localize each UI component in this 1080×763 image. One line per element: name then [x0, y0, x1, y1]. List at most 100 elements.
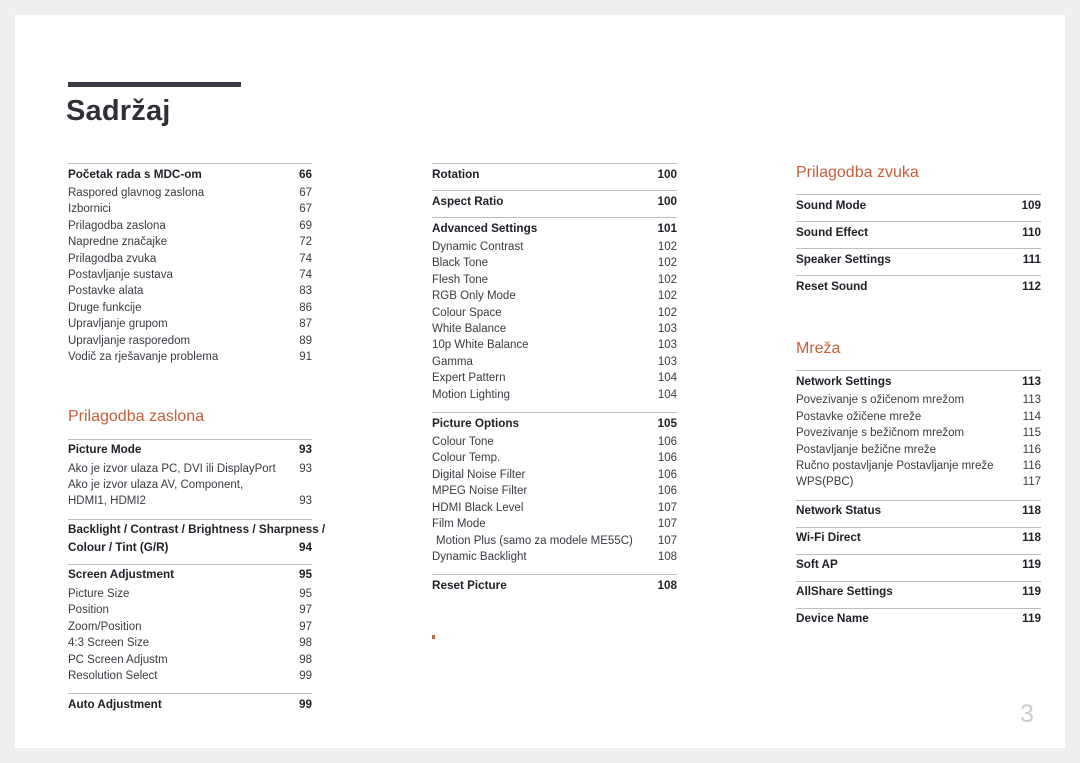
toc-entry-label: Vodič za rješavanje problema	[68, 351, 219, 364]
toc-entry[interactable]: Advanced Settings 101	[432, 218, 677, 239]
toc-entry[interactable]: Druge funkcije 86	[68, 300, 312, 316]
toc-entry[interactable]: Resolution Select 99	[68, 668, 312, 684]
section-heading: Prilagodba zaslona	[68, 408, 205, 426]
toc-entry[interactable]: Motion Lighting 104	[432, 387, 677, 403]
toc-group: Auto Adjustment 99	[68, 693, 312, 715]
toc-entry[interactable]: Napredne značajke 72	[68, 234, 312, 250]
toc-entry[interactable]: Upravljanje grupom 87	[68, 316, 312, 332]
toc-entry-label: Upravljanje rasporedom	[68, 334, 191, 347]
toc-entry[interactable]: Network Status 118	[796, 501, 1041, 522]
toc-entry[interactable]: Colour Temp. 106	[432, 450, 677, 466]
toc-entry[interactable]: Vodič za rješavanje problema 91	[68, 349, 312, 365]
page-title: Sadržaj	[66, 95, 171, 127]
toc-group: Speaker Settings 111	[796, 248, 1041, 270]
toc-entry-page: 101	[657, 221, 677, 235]
toc-entry[interactable]: Postavljanje sustava 74	[68, 267, 312, 283]
toc-entry[interactable]: Zoom/Position 97	[68, 619, 312, 635]
title-accent-rule	[68, 82, 241, 87]
toc-entry[interactable]: Colour Tone 106	[432, 434, 677, 450]
toc-entry[interactable]: Screen Adjustment 95	[68, 565, 312, 586]
toc-entry[interactable]: Dynamic Backlight 108	[432, 549, 677, 565]
toc-entry[interactable]: Film Mode 107	[432, 516, 677, 532]
toc-entry-label: Colour Temp.	[432, 452, 501, 465]
toc-entry[interactable]: Upravljanje rasporedom 89	[68, 333, 312, 349]
toc-entry[interactable]: Black Tone 102	[432, 255, 677, 271]
toc-entry[interactable]: Početak rada s MDC-om 66	[68, 164, 312, 185]
toc-entry[interactable]: Sound Effect 110	[796, 222, 1041, 243]
toc-entry-page: 74	[299, 252, 312, 265]
toc-column-3: Prilagodba zvuka Sound Mode 109 Sound Effec…	[796, 163, 1041, 630]
toc-entry[interactable]: Picture Mode 93	[68, 440, 312, 461]
toc-group: Screen Adjustment 95 Picture Size 95 Positio…	[68, 563, 312, 684]
toc-entry[interactable]: AllShare Settings 119	[796, 582, 1041, 603]
toc-entry-page: 106	[657, 485, 677, 498]
toc-group: Početak rada s MDC-om 66 Raspored glavnog …	[68, 163, 312, 365]
toc-entry-label: HDMI1, HDMI2	[68, 495, 146, 508]
toc-entry[interactable]: MPEG Noise Filter 106	[432, 483, 677, 499]
toc-entry-page: 93	[299, 462, 312, 475]
toc-entry[interactable]: Backlight / Contrast / Brightness / Shar…	[68, 520, 325, 559]
toc-entry-page: 119	[1022, 585, 1041, 599]
toc-entry[interactable]: Postavljanje bežične mreže 116	[796, 442, 1041, 458]
toc-entry[interactable]: Ako je izvor ulaza AV, Component, HDMI1, …	[68, 477, 312, 510]
toc-entry-page: 86	[299, 301, 312, 314]
toc-entry[interactable]: Rotation 100	[432, 164, 677, 185]
toc-entry[interactable]: Aspect Ratio 100	[432, 191, 677, 212]
toc-entry[interactable]: Gamma 103	[432, 354, 677, 370]
toc-entry-page: 98	[299, 637, 312, 650]
toc-entry-label-line2-row: Colour / Tint (G/R) 94	[68, 539, 312, 557]
toc-entry[interactable]: HDMI Black Level 107	[432, 500, 677, 516]
toc-entry[interactable]: Postavke ožičene mreže 114	[796, 409, 1041, 425]
toc-entry-label: Napredne značajke	[68, 236, 168, 249]
toc-entry[interactable]: Digital Noise Filter 106	[432, 467, 677, 483]
toc-entry-label: Izbornici	[68, 203, 111, 216]
toc-entry-page: 102	[657, 273, 677, 286]
toc-entry-page: 106	[657, 468, 677, 481]
toc-entry[interactable]: Izbornici 67	[68, 201, 312, 217]
toc-entry-label: Gamma	[432, 355, 473, 368]
toc-entry[interactable]: Povezivanje s ožičenom mrežom 113	[796, 392, 1041, 408]
toc-entry[interactable]: Sound Mode 109	[796, 195, 1041, 216]
toc-entry-page: 106	[657, 436, 677, 449]
toc-entry[interactable]: Device Name 119	[796, 609, 1041, 630]
toc-entry[interactable]: Reset Sound 112	[796, 276, 1041, 297]
toc-entry[interactable]: 10p White Balance 103	[432, 337, 677, 353]
section-heading: Mreža	[796, 340, 841, 358]
toc-entry-label: Soft AP	[796, 558, 838, 572]
toc-entry[interactable]: Ručno postavljanje Postavljanje mreže 116	[796, 458, 1041, 474]
toc-column-2: Rotation 100 Aspect Ratio 100 Advanced Setti…	[432, 163, 677, 596]
toc-entry[interactable]: Wi-Fi Direct 118	[796, 528, 1041, 549]
toc-entry[interactable]: RGB Only Mode 102	[432, 288, 677, 304]
toc-entry[interactable]: Prilagodba zvuka 74	[68, 251, 312, 267]
toc-entry[interactable]: Povezivanje s bežičnom mrežom 115	[796, 425, 1041, 441]
toc-entry[interactable]: White Balance 103	[432, 321, 677, 337]
toc-group: Network Status 118	[796, 499, 1041, 522]
toc-entry[interactable]: Flesh Tone 102	[432, 272, 677, 288]
toc-entry[interactable]: Ako je izvor ulaza PC, DVI ili DisplayPo…	[68, 461, 312, 477]
toc-entry[interactable]: Picture Options 105	[432, 413, 677, 434]
toc-entry[interactable]: Expert Pattern 104	[432, 370, 677, 386]
toc-entry-page: 74	[299, 269, 312, 282]
toc-entry[interactable]: Picture Size 95	[68, 586, 312, 602]
toc-entry[interactable]: Reset Picture 108	[432, 575, 677, 596]
toc-entry[interactable]: Network Settings 113	[796, 371, 1041, 392]
toc-entry[interactable]: Raspored glavnog zaslona 67	[68, 185, 312, 201]
toc-entry[interactable]: 4:3 Screen Size 98	[68, 635, 312, 651]
toc-entry[interactable]: Prilagodba zaslona 69	[68, 218, 312, 234]
toc-entry[interactable]: Colour Space 102	[432, 305, 677, 321]
toc-entry[interactable]: Postavke alata 83	[68, 283, 312, 299]
toc-group: Device Name 119	[796, 607, 1041, 630]
toc-entry[interactable]: Speaker Settings 111	[796, 249, 1041, 270]
toc-group: Sound Mode 109	[796, 194, 1041, 216]
toc-entry[interactable]: WPS(PBC) 117	[796, 474, 1041, 490]
toc-entry[interactable]: Soft AP 119	[796, 555, 1041, 576]
toc-entry-label: Postavljanje bežične mreže	[796, 443, 936, 456]
toc-entry[interactable]: Position 97	[68, 602, 312, 618]
toc-entry[interactable]: PC Screen Adjustm 98	[68, 652, 312, 668]
toc-entry-page: 108	[657, 550, 677, 563]
toc-entry-page: 119	[1022, 612, 1041, 626]
toc-entry[interactable]: Motion Plus (samo za modele ME55C) 107	[432, 533, 677, 549]
toc-entry[interactable]: Auto Adjustment 99	[68, 694, 312, 715]
toc-entry[interactable]: Dynamic Contrast 102	[432, 239, 677, 255]
